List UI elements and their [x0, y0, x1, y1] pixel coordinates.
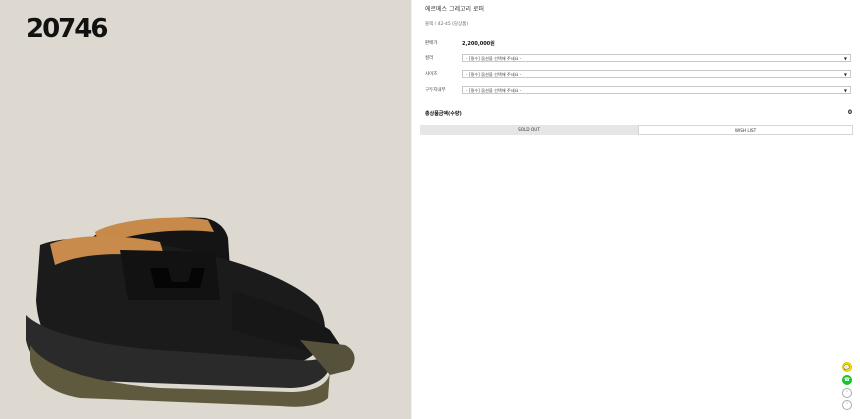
divider [411, 0, 412, 419]
total-value: 0 [847, 109, 852, 116]
arrow-down-icon[interactable]: ˅ [842, 400, 852, 410]
option-select-size[interactable]: - [필수] 옵션을 선택해 주세요 - ▼ [462, 70, 851, 78]
option-select-inner[interactable]: - [필수] 옵션을 선택해 주세요 - ▼ [462, 86, 851, 94]
product-photo: 20746 [0, 0, 411, 419]
option-select-inner-value: - [필수] 옵션을 선택해 주세요 - [466, 88, 522, 93]
product-code: 20746 [26, 14, 108, 44]
sold-out-button[interactable]: SOLD OUT [420, 125, 638, 135]
option-label-color: 컬러 [425, 56, 434, 61]
option-select-color[interactable]: - [필수] 옵션을 선택해 주세요 - ▼ [462, 54, 851, 62]
chevron-down-icon: ▼ [843, 88, 847, 93]
product-subtitle: 블랙 / 42-45 (당상품) [425, 22, 469, 27]
loafer-image [26, 217, 355, 407]
wish-list-button[interactable]: WISH LIST [638, 125, 853, 135]
total-label: 총상품금액(수량) [425, 111, 462, 117]
arrow-up-icon[interactable]: ˄ [842, 388, 852, 398]
talk-icon[interactable]: ☎ [842, 375, 852, 385]
option-label-inner: 구두지내부 [425, 88, 446, 93]
option-select-size-value: - [필수] 옵션을 선택해 주세요 - [466, 72, 522, 77]
price-label: 판매가 [425, 41, 438, 46]
chevron-down-icon: ▼ [843, 56, 847, 61]
product-info-panel: 에르메스 그레고리 로퍼 블랙 / 42-45 (당상품) 판매가 2,200,… [420, 0, 856, 419]
option-select-color-value: - [필수] 옵션을 선택해 주세요 - [466, 56, 522, 61]
kakao-icon[interactable]: 💬 [842, 362, 852, 372]
option-label-size: 사이즈 [425, 72, 438, 77]
product-title: 에르메스 그레고리 로퍼 [425, 6, 485, 13]
chevron-down-icon: ▼ [843, 72, 847, 77]
price-value: 2,200,000원 [462, 41, 495, 47]
